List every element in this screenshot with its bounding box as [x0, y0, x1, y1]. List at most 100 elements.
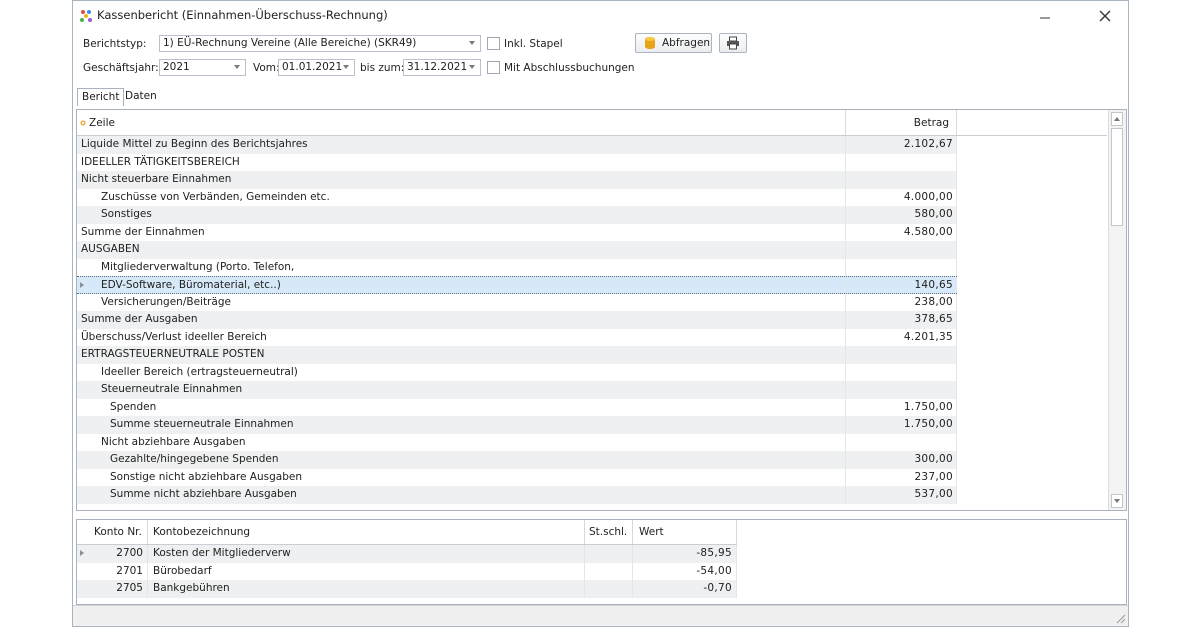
- close-button[interactable]: [1091, 5, 1119, 27]
- bis-date-picker[interactable]: 31.12.2021: [403, 59, 481, 76]
- vom-value: 01.01.2021: [282, 61, 343, 73]
- inkl-stapel-label: Inkl. Stapel: [504, 38, 563, 50]
- app-icon: [80, 10, 92, 22]
- table-row[interactable]: Sonstiges 580,00: [77, 206, 957, 224]
- row-label: Sonstiges: [101, 208, 152, 220]
- abschluss-checkbox[interactable]: [487, 61, 500, 74]
- table-row[interactable]: Mitgliederverwaltung (Porto. Telefon,: [77, 258, 957, 276]
- row-value: 4.201,35: [903, 330, 953, 343]
- table-row[interactable]: Nicht abziehbare Ausgaben: [77, 433, 957, 451]
- inkl-stapel-checkbox[interactable]: [487, 37, 500, 50]
- table-row[interactable]: 2700 Kosten der Mitgliederverw -85,95: [77, 545, 737, 563]
- table-row[interactable]: Summe steuerneutrale Einnahmen 1.750,00: [77, 416, 957, 434]
- abschluss-label: Mit Abschlussbuchungen: [504, 62, 635, 74]
- table-row[interactable]: AUSGABEN: [77, 241, 957, 259]
- table-row[interactable]: Summe der Ausgaben 378,65: [77, 311, 957, 329]
- table-row[interactable]: 2701 Bürobedarf -54,00: [77, 562, 737, 580]
- geschaeftsjahr-select[interactable]: 2021: [159, 59, 246, 76]
- cell-divider: [956, 241, 957, 259]
- cell-divider: [736, 562, 737, 580]
- scroll-down-button[interactable]: [1111, 494, 1123, 508]
- table-row[interactable]: Versicherungen/Beiträge 238,00: [77, 293, 957, 311]
- cell-divider: [584, 562, 585, 580]
- cell-divider: [956, 433, 957, 451]
- row-label: Überschuss/Verlust ideeller Bereich: [81, 330, 267, 343]
- column-header-konto[interactable]: Konto Nr.: [94, 526, 142, 538]
- column-separator: [956, 110, 957, 135]
- printer-icon: [727, 36, 739, 50]
- table-row[interactable]: Liquide Mittel zu Beginn des Berichtsjah…: [77, 136, 957, 154]
- scrollbar-thumb[interactable]: [1111, 128, 1123, 226]
- title-bar: Kassenbericht (Einnahmen-Überschuss-Rech…: [73, 1, 1128, 31]
- vom-date-picker[interactable]: 01.01.2021: [278, 59, 355, 76]
- row-label: Liquide Mittel zu Beginn des Berichtsjah…: [81, 138, 308, 150]
- table-row[interactable]: EDV-Software, Büromaterial, etc..) 140,65: [77, 276, 957, 294]
- chevron-down-icon: [234, 65, 240, 69]
- cell-divider: [632, 545, 633, 563]
- berichtstyp-value: 1) EÜ-Rechnung Vereine (Alle Bereiche) (…: [163, 37, 417, 49]
- cell-divider: [845, 241, 846, 259]
- report-grid-header: Zeile Betrag: [77, 110, 1107, 136]
- table-row[interactable]: Nicht steuerbare Einnahmen: [77, 171, 957, 189]
- print-button[interactable]: [719, 33, 747, 53]
- abfragen-label: Abfragen: [662, 37, 711, 49]
- table-row[interactable]: Überschuss/Verlust ideeller Bereich 4.201…: [77, 328, 957, 346]
- table-row[interactable]: 2705 Bankgebühren -0,70: [77, 580, 737, 598]
- cell-divider: [845, 468, 846, 486]
- tab-daten[interactable]: Daten: [121, 88, 161, 106]
- minimize-button[interactable]: [1031, 5, 1059, 27]
- window-title: Kassenbericht (Einnahmen-Überschuss-Rech…: [97, 8, 388, 22]
- tab-bericht[interactable]: Bericht: [77, 88, 125, 106]
- wert-cell: -54,00: [696, 564, 732, 577]
- bis-value: 31.12.2021: [407, 61, 468, 73]
- cell-divider: [632, 580, 633, 598]
- row-value: 537,00: [914, 488, 953, 500]
- column-header-betrag[interactable]: Betrag: [847, 117, 949, 129]
- table-row[interactable]: Summe der Einnahmen 4.580,00: [77, 223, 957, 241]
- column-header-bezeichnung[interactable]: Kontobezeichnung: [153, 526, 250, 538]
- column-chooser-icon[interactable]: [79, 119, 87, 127]
- row-label: Nicht abziehbare Ausgaben: [101, 435, 246, 448]
- table-row[interactable]: Zuschüsse von Verbänden, Gemeinden etc. 4…: [77, 188, 957, 206]
- row-value: 580,00: [914, 208, 953, 220]
- cell-divider: [956, 293, 957, 311]
- geschaeftsjahr-value: 2021: [163, 61, 190, 73]
- column-header-wert[interactable]: Wert: [639, 526, 664, 538]
- row-label: Summe der Ausgaben: [81, 313, 198, 325]
- cell-divider: [845, 223, 846, 241]
- table-row[interactable]: ERTRAGSTEUERNEUTRALE POSTEN: [77, 346, 957, 364]
- row-label: Ideeller Bereich (ertragsteuerneutral): [101, 365, 298, 378]
- table-row[interactable]: IDEELLER TÄTIGKEITSBEREICH: [77, 153, 957, 171]
- table-row[interactable]: Sonstige nicht abziehbare Ausgaben 237,00: [77, 468, 957, 486]
- column-header-stschl[interactable]: St.schl.: [589, 526, 627, 538]
- cell-divider: [736, 545, 737, 563]
- cell-divider: [956, 416, 957, 434]
- cell-divider: [956, 468, 957, 486]
- scroll-up-button[interactable]: [1111, 112, 1123, 126]
- abfragen-button[interactable]: Abfragen: [635, 33, 712, 53]
- detail-grid: Konto Nr. Kontobezeichnung St.schl. Wert…: [76, 519, 1127, 605]
- table-row[interactable]: Steuerneutrale Einnahmen: [77, 381, 957, 399]
- bezeichnung-cell: Bürobedarf: [153, 564, 212, 577]
- bis-label: bis zum:: [360, 62, 405, 74]
- berichtstyp-select[interactable]: 1) EÜ-Rechnung Vereine (Alle Bereiche) (…: [159, 35, 481, 52]
- chevron-down-icon: [469, 65, 475, 69]
- minimize-icon: [1040, 17, 1050, 19]
- report-grid: Zeile Betrag Liquide Mittel zu Beginn de…: [76, 109, 1127, 511]
- database-icon: [645, 37, 655, 49]
- table-row[interactable]: Ideeller Bereich (ertragsteuerneutral): [77, 363, 957, 381]
- table-row[interactable]: Spenden 1.750,00: [77, 398, 957, 416]
- cell-divider: [584, 580, 585, 598]
- column-separator: [147, 520, 148, 544]
- column-header-zeile[interactable]: Zeile: [89, 117, 115, 129]
- close-icon: [1099, 10, 1111, 22]
- vertical-scrollbar[interactable]: [1108, 110, 1126, 510]
- row-label: Spenden: [110, 400, 157, 413]
- table-row[interactable]: Summe nicht abziehbare Ausgaben 537,00: [77, 486, 957, 504]
- cell-divider: [845, 381, 846, 399]
- row-value: 4.580,00: [903, 225, 953, 238]
- row-label: Zuschüsse von Verbänden, Gemeinden etc.: [101, 190, 330, 203]
- cell-divider: [956, 206, 957, 224]
- table-row[interactable]: Gezahlte/hingegebene Spenden 300,00: [77, 451, 957, 469]
- resize-grip-icon[interactable]: [1114, 612, 1126, 624]
